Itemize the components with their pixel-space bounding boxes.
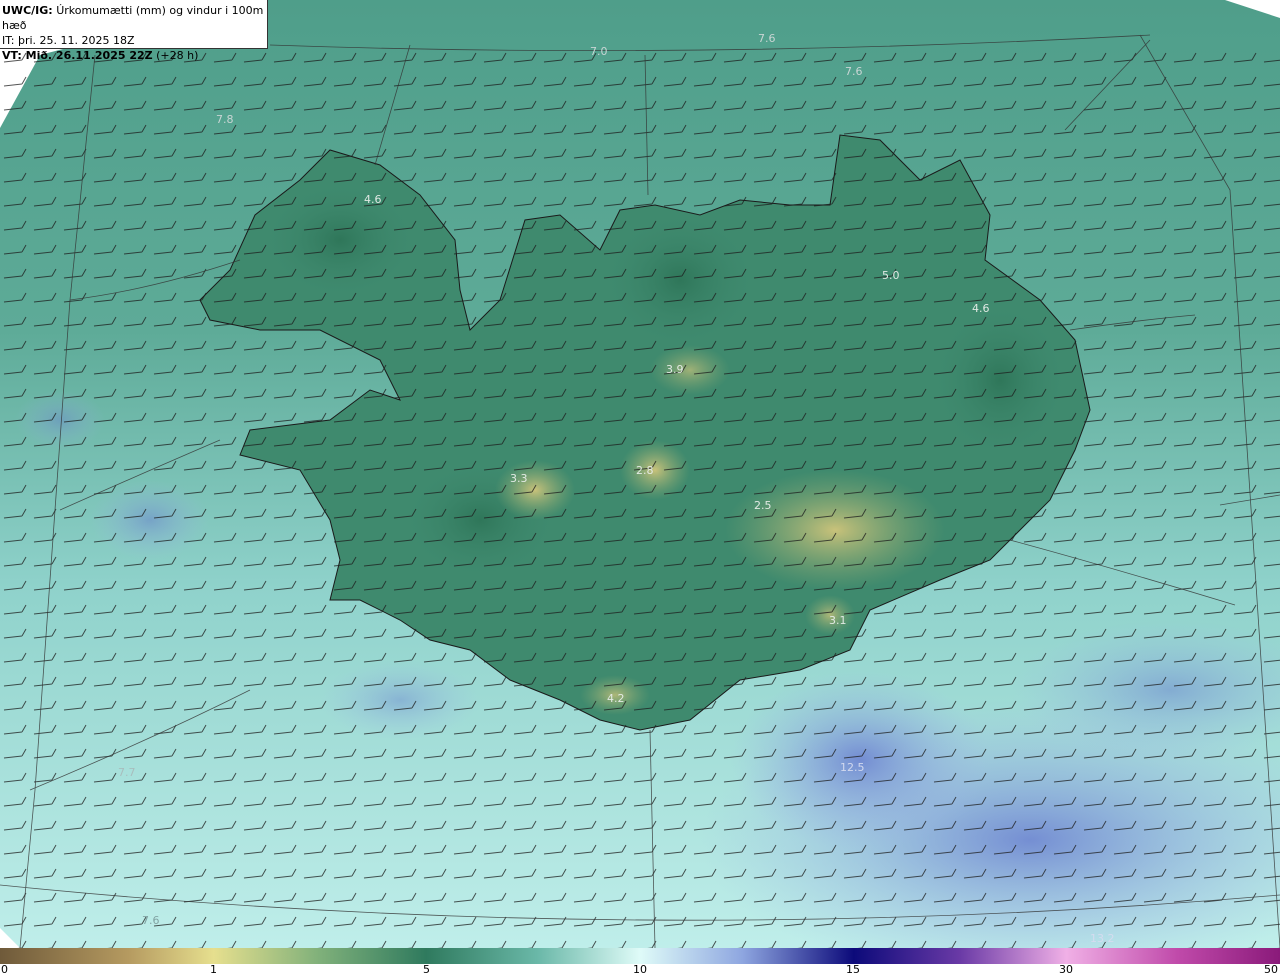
precipitable-water-map: 7.0 7.6 7.6 7.8 4.6 5.0 4.6 3.9 3.3 2.8 … [0,0,1280,948]
value-label: 7.0 [590,45,608,58]
colorbar-tick: 1 [210,963,217,976]
init-time: IT: þri. 25. 11. 2025 18Z [2,34,135,47]
forecast-lead: (+28 h) [156,49,199,62]
value-label: 4.6 [364,193,382,206]
map-header: UWC/IG: Úrkomumætti (mm) og vindur i 100… [0,0,268,62]
value-label: 4.6 [972,302,990,315]
colorbar-tick: 15 [846,963,860,976]
colorbar-tick: 50 [1264,963,1278,976]
value-label: 7.6 [758,32,776,45]
value-label: 13.2 [1090,932,1115,945]
valid-time-line: VT: Mið. 26.11.2025 22Z (+28 h) [2,48,267,63]
source-prefix: UWC/IG: [2,4,53,17]
colorbar-tick: 0 [1,963,8,976]
colorbar-tick: 10 [633,963,647,976]
value-label: 2.5 [754,499,772,512]
value-label: 3.1 [829,614,847,627]
value-label: 7.8 [216,113,234,126]
colorbar-tick: 30 [1059,963,1073,976]
valid-time: VT: Mið. 26.11.2025 22Z [2,49,153,62]
value-label: 2.8 [636,464,654,477]
title-line: UWC/IG: Úrkomumætti (mm) og vindur i 100… [2,3,267,33]
value-label: 7.6 [845,65,863,78]
value-label: 4.2 [607,692,625,705]
value-label: 7.7 [118,766,136,779]
value-label: 7.6 [142,914,160,927]
value-label: 5.0 [882,269,900,282]
value-label: 3.3 [510,472,528,485]
colorbar-tick: 5 [423,963,430,976]
value-label: 3.9 [666,363,684,376]
colorbar [0,948,1280,964]
value-label: 12.5 [840,761,865,774]
wind-barb-field [0,40,1280,948]
